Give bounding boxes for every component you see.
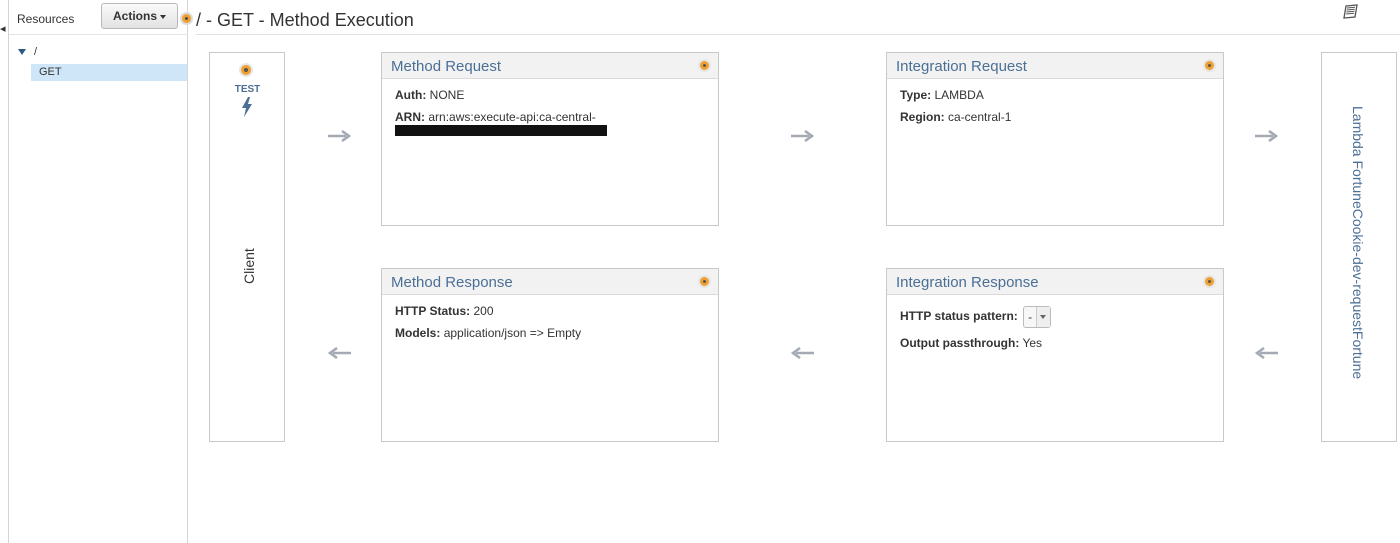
method-request-header[interactable]: Method Request (382, 53, 718, 79)
sidebar-divider (9, 34, 188, 35)
header-divider (196, 34, 1400, 35)
left-edge-strip: ◂ (0, 0, 9, 543)
passthrough-label: Output passthrough: (900, 336, 1020, 350)
type-label: Type: (900, 88, 932, 102)
help-dot-icon[interactable] (698, 59, 711, 72)
arrow-left-icon (1255, 347, 1278, 359)
client-label: Client (241, 248, 257, 284)
auth-value: NONE (429, 88, 465, 102)
resources-sidebar: Resources Actions / GET (9, 0, 188, 543)
arn-label: ARN: (395, 110, 425, 124)
arrow-left-icon (328, 347, 351, 359)
region-value: ca-central-1 (948, 110, 1012, 124)
lambda-function-link[interactable]: Lambda FortuneCookie-dev-requestFortune (1350, 106, 1366, 379)
arrow-right-icon (791, 130, 814, 142)
tree-root-resource[interactable]: / (18, 46, 37, 58)
type-value: LAMBDA (934, 88, 984, 102)
integration-request-panel: Integration Request Type: LAMBDA Region:… (886, 52, 1224, 226)
method-request-title[interactable]: Method Request (391, 58, 501, 75)
status-pattern-label: HTTP status pattern: (900, 309, 1018, 324)
help-dot-icon[interactable] (1203, 275, 1216, 288)
passthrough-value: Yes (1022, 336, 1043, 350)
status-pattern-value: - (1028, 310, 1033, 324)
actions-button[interactable]: Actions (101, 3, 178, 29)
status-pattern-select[interactable]: - (1023, 306, 1052, 328)
chevron-down-icon[interactable] (1036, 307, 1051, 327)
method-response-title[interactable]: Method Response (391, 274, 513, 291)
redaction-bar (395, 125, 607, 136)
page-title: / - GET - Method Execution (196, 10, 414, 30)
integration-request-header[interactable]: Integration Request (887, 53, 1223, 79)
test-link[interactable]: TEST (210, 84, 285, 95)
region-label: Region: (900, 110, 945, 124)
sidebar-title: Resources (17, 12, 75, 26)
arn-value: arn:aws:execute-api:ca-central- (428, 110, 596, 124)
http-status-value: 200 (473, 304, 494, 318)
actions-button-label: Actions (112, 9, 157, 23)
tree-root-label: / (34, 46, 38, 58)
arrow-right-icon (328, 130, 351, 142)
arrow-right-icon (1255, 130, 1278, 142)
book-icon[interactable] (1342, 4, 1360, 20)
expand-triangle-icon[interactable] (18, 49, 26, 56)
lightning-bolt-icon[interactable] (240, 97, 254, 117)
models-value: application/json => Empty (443, 326, 582, 340)
integration-response-panel: Integration Response HTTP status pattern… (886, 268, 1224, 442)
integration-response-header[interactable]: Integration Response (887, 269, 1223, 295)
help-dot-icon[interactable] (698, 275, 711, 288)
http-status-label: HTTP Status: (395, 304, 471, 318)
collapse-icon[interactable]: ◂ (0, 22, 6, 35)
help-dot-icon[interactable] (180, 12, 193, 25)
caret-down-icon (160, 14, 166, 19)
integration-request-title[interactable]: Integration Request (896, 58, 1027, 75)
models-label: Models: (395, 326, 441, 340)
help-dot-icon[interactable] (1203, 59, 1216, 72)
client-box: TEST Client (209, 52, 285, 442)
method-request-panel: Method Request Auth: NONE ARN: arn:aws:e… (381, 52, 719, 226)
tree-item-get-method[interactable]: GET (31, 64, 187, 81)
auth-label: Auth: (395, 88, 427, 102)
integration-response-title[interactable]: Integration Response (896, 274, 1039, 291)
arrow-left-icon (791, 347, 814, 359)
method-response-header[interactable]: Method Response (382, 269, 718, 295)
method-response-panel: Method Response HTTP Status: 200 Models:… (381, 268, 719, 442)
help-dot-icon[interactable] (239, 63, 253, 77)
